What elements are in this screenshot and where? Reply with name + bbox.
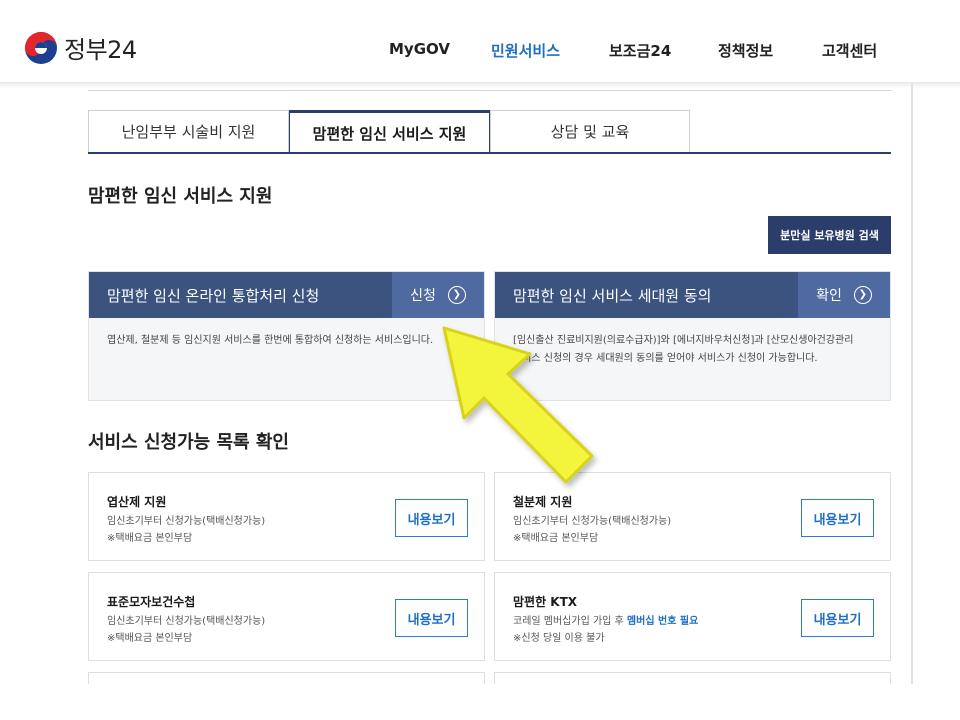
logo-text: 정부24 (64, 36, 137, 64)
card-note: ※택배요금 본인부담 (107, 633, 193, 644)
online-application-title: 맘편한 임신 온라인 통합처리 신청 (107, 286, 320, 305)
hospital-search-button[interactable]: 분만실 보유병원 검색 (768, 216, 891, 254)
list-item: 표준모자보건수첩 임신초기부터 신청가능(택배신청가능) ※택배요금 본인부담 … (88, 572, 485, 661)
card-note: ※택배요금 본인부담 (107, 533, 193, 544)
chevron-right-circle-icon: ❯ (853, 286, 872, 304)
card-detail: 코레일 멤버십가입 가입 후 멤버십 번호 필요 (513, 612, 698, 627)
chevron-right-circle-icon: ❯ (447, 286, 466, 304)
online-application-desc: 엽산제, 철분제 등 임신지원 서비스를 한번에 통합하여 신청하는 서비스입니… (107, 335, 434, 346)
online-application-card: 맘편한 임신 온라인 통합처리 신청 신청 ❯ 엽산제, 철분제 등 임신지원 … (88, 271, 485, 401)
tab-counseling-education[interactable]: 상담 및 교육 (490, 110, 690, 152)
nav-mygov[interactable]: MyGOV (389, 40, 450, 58)
content-top-rule (88, 90, 891, 91)
card-detail: 임신초기부터 신청가능(택배신청가능) (513, 516, 672, 527)
card-detail: 임신초기부터 신청가능(택배신청가능) (107, 516, 266, 527)
view-details-button[interactable]: 내용보기 (801, 599, 874, 637)
site-logo[interactable]: 정부24 (24, 30, 137, 65)
nav-civil-service[interactable]: 민원서비스 (491, 40, 560, 61)
view-details-button[interactable]: 내용보기 (801, 499, 874, 537)
header-divider (0, 82, 960, 88)
apply-button[interactable]: 신청 ❯ (392, 272, 484, 318)
list-item: 엽산제 지원 임신초기부터 신청가능(택배신청가능) ※택배요금 본인부담 내용… (88, 472, 485, 561)
nav-customer-center[interactable]: 고객센터 (822, 40, 877, 61)
confirm-button-label: 확인 (816, 288, 842, 304)
card-detail: 임신초기부터 신청가능(택배신청가능) (107, 616, 266, 627)
nav-policy-info[interactable]: 정책정보 (718, 40, 773, 61)
tab-infertility-support[interactable]: 난임부부 시술비 지원 (88, 110, 289, 152)
list-item: 맘편한 KTX 코레일 멤버십가입 가입 후 멤버십 번호 필요 ※신청 당일 … (494, 572, 891, 661)
household-consent-header: 맘편한 임신 서비스 세대원 동의 확인 ❯ (495, 272, 890, 318)
view-details-button[interactable]: 내용보기 (395, 599, 468, 637)
confirm-button[interactable]: 확인 ❯ (798, 272, 890, 318)
card-title: 엽산제 지원 (107, 495, 167, 509)
view-details-button[interactable]: 내용보기 (395, 499, 468, 537)
nav-subsidy24[interactable]: 보조금24 (609, 40, 671, 61)
tab-underline (88, 152, 891, 154)
pointer-arrow-icon (442, 326, 594, 484)
site-header: 정부24 MyGOV 민원서비스 보조금24 정책정보 고객센터 (0, 0, 960, 82)
page-bottom (0, 684, 960, 720)
tab-pregnancy-service[interactable]: 맘편한 임신 서비스 지원 (289, 110, 490, 154)
card-title: 표준모자보건수첩 (107, 595, 196, 609)
section-title: 맘편한 임신 서비스 지원 (88, 186, 273, 207)
card-title: 맘편한 KTX (513, 595, 578, 609)
list-item (494, 672, 891, 684)
card-detail-text: 코레일 멤버십가입 가입 후 (513, 616, 627, 627)
membership-number-highlight: 멤버십 번호 필요 (626, 616, 699, 627)
apply-button-label: 신청 (410, 288, 436, 304)
taegeuk-logo-icon (25, 31, 57, 64)
service-list-title: 서비스 신청가능 목록 확인 (88, 432, 289, 453)
card-note: ※택배요금 본인부담 (513, 533, 599, 544)
list-item (88, 672, 485, 684)
online-application-header: 맘편한 임신 온라인 통합처리 신청 신청 ❯ (89, 272, 484, 318)
household-consent-title: 맘편한 임신 서비스 세대원 동의 (513, 286, 712, 305)
content-frame-border (911, 84, 913, 684)
card-note: ※신청 당일 이용 불가 (513, 633, 605, 644)
